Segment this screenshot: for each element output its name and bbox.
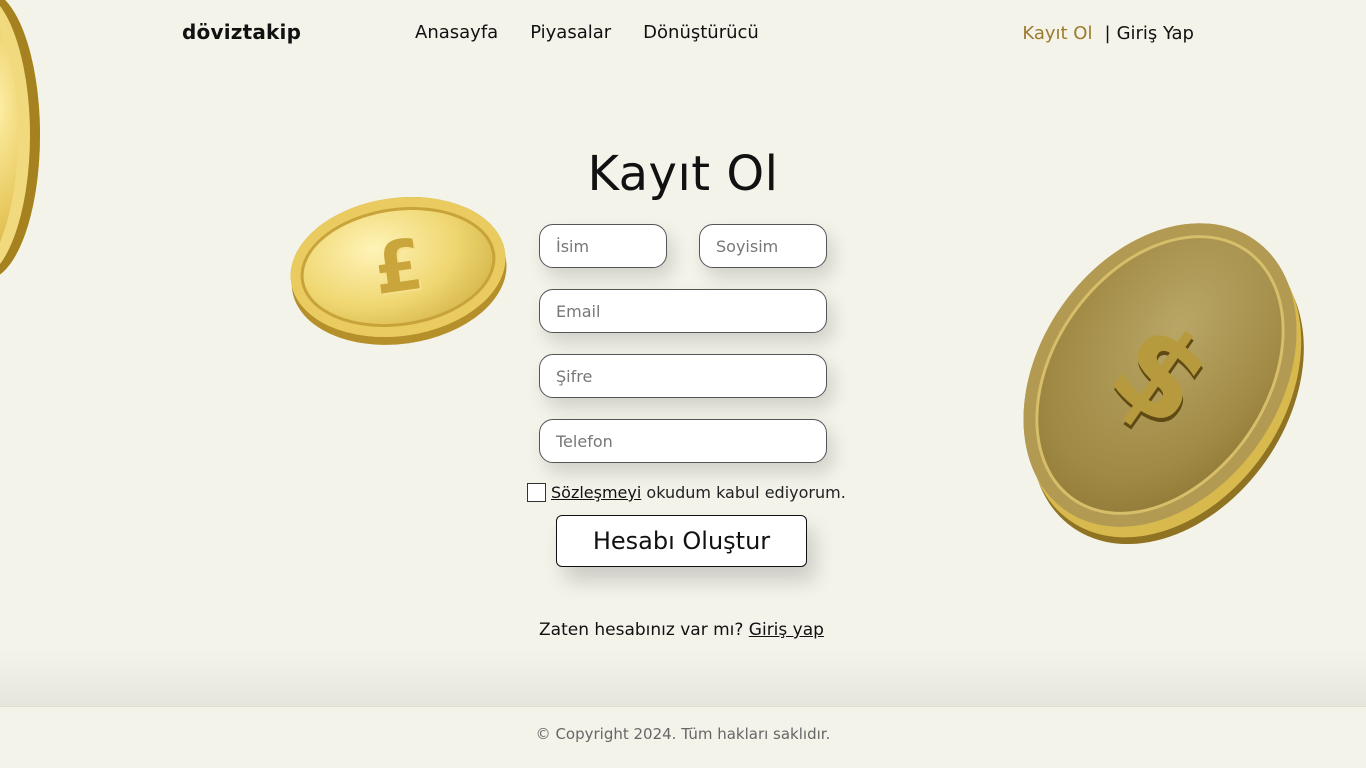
password-field[interactable] [539,354,827,398]
agreement-link[interactable]: Sözleşmeyi [551,483,641,502]
login-prompt-link[interactable]: Giriş yap [749,620,824,640]
page: £ $ döviztakip Anasayfa Piyasalar Dönüşt… [0,0,1366,768]
footer: © Copyright 2024. Tüm hakları saklıdır. [0,706,1366,768]
copyright-text: © Copyright 2024. Tüm hakları saklıdır. [535,725,831,743]
create-account-button[interactable]: Hesabı Oluştur [556,515,807,567]
login-prompt-text: Zaten hesabınız var mı? [539,620,749,640]
page-title: Kayıt Ol [587,146,779,202]
surname-field[interactable] [699,224,827,268]
nav-item-anasayfa[interactable]: Anasayfa [415,22,498,43]
agreement-row: Sözleşmeyi okudum kabul ediyorum. [527,483,846,502]
name-field[interactable] [539,224,667,268]
email-field[interactable] [539,289,827,333]
pound-coin-image: £ [281,183,515,351]
footer-fade [0,650,1366,706]
agreement-checkbox[interactable] [527,483,546,502]
login-prompt: Zaten hesabınız var mı? Giriş yap [539,620,824,640]
phone-field[interactable] [539,419,827,463]
auth-links: Kayıt Ol | Giriş Yap [1022,23,1194,44]
nav-item-piyasalar[interactable]: Piyasalar [530,22,611,43]
login-link[interactable]: Giriş Yap [1117,23,1194,44]
pound-coin-symbol: £ [368,223,428,311]
dollar-coin-image: $ [967,171,1353,579]
site-logo[interactable]: döviztakip [182,20,301,44]
coin-image-left-edge [0,0,40,280]
dollar-coin-symbol: $ [1085,294,1235,456]
register-link[interactable]: Kayıt Ol [1022,23,1092,44]
auth-separator: | [1104,23,1111,44]
agreement-text: okudum kabul ediyorum. [641,483,846,502]
nav-item-donusturucu[interactable]: Dönüştürücü [643,22,759,43]
main-nav: Anasayfa Piyasalar Dönüştürücü [415,22,759,43]
